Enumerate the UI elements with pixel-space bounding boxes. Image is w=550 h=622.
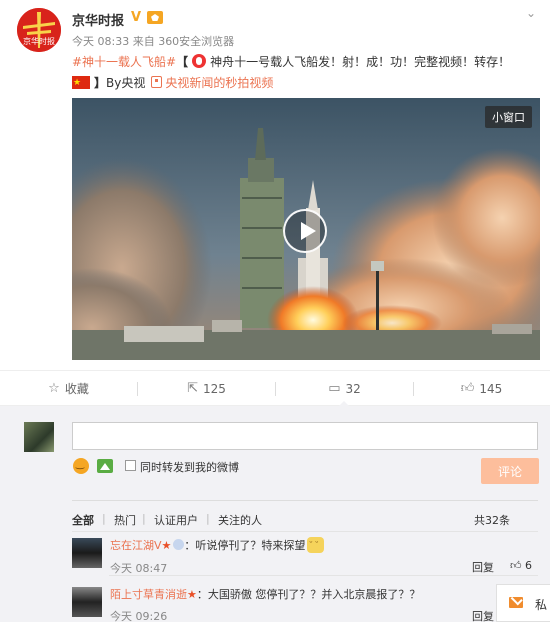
mail-icon — [509, 597, 523, 608]
comment-time: 今天 08:47 — [110, 562, 168, 575]
like-button[interactable]: 👍︎ 145 — [413, 371, 550, 406]
comment-total: 共32条 — [474, 514, 510, 527]
commenter-avatar[interactable] — [72, 587, 102, 617]
like-count: 145 — [479, 381, 503, 396]
comment-row: 忘在江湖V★ ：听说停刊了？特来探望 — [110, 537, 325, 553]
post-text: #神十一载人飞船#【 神舟十一号载人飞船发！射！成！功！完整视频！转存！ 】By央… — [72, 52, 542, 94]
private-message-label: 私 — [535, 598, 548, 612]
member-star-icon: ★ — [161, 539, 172, 552]
post-action-bar: ☆ 收藏 ⇱ 125 ▭ 32 👍︎ 145 — [0, 370, 550, 407]
video-player[interactable]: 小窗口 — [72, 98, 540, 360]
filter-verified[interactable]: 认证用户 — [154, 512, 198, 528]
video-link-icon — [151, 76, 163, 88]
filter-following[interactable]: 关注的人 — [218, 512, 262, 528]
commenter-name[interactable]: 陌上寸草青消逝 — [110, 588, 187, 601]
comment-time: 今天 09:26 — [110, 610, 168, 622]
image-icon[interactable] — [97, 459, 113, 473]
comment-like-button[interactable]: 👍︎ 6 — [510, 559, 532, 572]
author-name[interactable]: 京华时报 — [72, 10, 124, 29]
repost-count: 125 — [203, 381, 226, 396]
weibo-post-page: 京华时报 京华时报 V ⌄ 今天 08:33 来自 360安全浏览器 #神十一载… — [0, 0, 550, 622]
star-icon: ☆ — [48, 381, 60, 396]
favorite-label: 收藏 — [64, 382, 89, 396]
filter-separator: | — [206, 512, 210, 525]
my-avatar[interactable] — [24, 422, 54, 452]
member-crown-icon[interactable] — [147, 11, 163, 24]
commenter-avatar[interactable] — [72, 538, 102, 568]
svg-text:京华时报: 京华时报 — [23, 36, 55, 46]
play-button-icon[interactable] — [283, 209, 327, 253]
chevron-down-icon[interactable]: ⌄ — [526, 6, 536, 20]
post-headline: 神舟十一号载人飞船发！射！成！功！完整视频！转存！ — [210, 55, 511, 69]
source-prefix: By央视 — [106, 76, 146, 90]
post-meta: 今天 08:33 来自 360安全浏览器 — [72, 35, 235, 48]
verified-icon: V — [131, 10, 142, 25]
comment-section: 同时转发到我的微博 评论 全部 | 热门 | 认证用户 | 关注的人 共32条 … — [0, 406, 550, 622]
cat-emoji-icon — [307, 537, 325, 553]
reply-button[interactable]: 回复 — [472, 608, 494, 622]
member-star-icon: ★ — [187, 588, 197, 601]
commenter-name[interactable]: 忘在江湖V — [110, 539, 162, 552]
comment-text: ：听说停刊了？特来探望 — [184, 539, 306, 552]
filter-all[interactable]: 全部 — [72, 512, 94, 528]
thumbs-up-icon: 👍︎ — [510, 559, 522, 572]
divider — [72, 500, 538, 501]
level-badge-icon — [173, 539, 185, 550]
comment-like-count: 6 — [525, 559, 532, 572]
filter-separator: | — [102, 512, 106, 525]
author-avatar[interactable]: 京华时报 — [17, 8, 61, 52]
repost-icon: ⇱ — [187, 381, 198, 396]
comment-input[interactable] — [72, 422, 538, 450]
video-source-link[interactable]: 央视新闻的秒拍视频 — [165, 76, 273, 90]
video-source-icon — [192, 54, 207, 68]
favorite-button[interactable]: ☆ 收藏 — [0, 371, 137, 406]
mini-window-button[interactable]: 小窗口 — [485, 106, 532, 128]
repost-button[interactable]: ⇱ 125 — [138, 371, 275, 406]
submit-comment-button[interactable]: 评论 — [481, 458, 539, 484]
divider — [72, 531, 538, 532]
topic-tag-link[interactable]: #神十一载人飞船# — [72, 55, 176, 69]
filter-separator: | — [142, 512, 146, 525]
private-message-panel[interactable]: 私 — [496, 584, 550, 622]
comment-icon: ▭ — [328, 381, 341, 396]
comment-count: 32 — [345, 381, 361, 396]
thumbs-up-icon: 👍︎ — [460, 381, 475, 396]
reply-button[interactable]: 回复 — [472, 559, 494, 575]
comment-text: ：大国骄傲 您停刊了？？并入北京晨报了？？ — [196, 588, 421, 601]
open-bracket: 【 — [176, 55, 189, 69]
china-flag-icon — [72, 73, 90, 94]
close-bracket: 】 — [94, 76, 107, 90]
emoji-icon[interactable] — [73, 458, 89, 474]
divider — [109, 575, 538, 576]
comment-button[interactable]: ▭ 32 — [276, 371, 413, 407]
filter-hot[interactable]: 热门 — [114, 512, 136, 528]
also-repost-checkbox[interactable] — [125, 460, 136, 471]
comment-row: 陌上寸草青消逝★：大国骄傲 您停刊了？？并入北京晨报了？？ — [110, 586, 420, 602]
also-repost-label: 同时转发到我的微博 — [140, 461, 239, 474]
